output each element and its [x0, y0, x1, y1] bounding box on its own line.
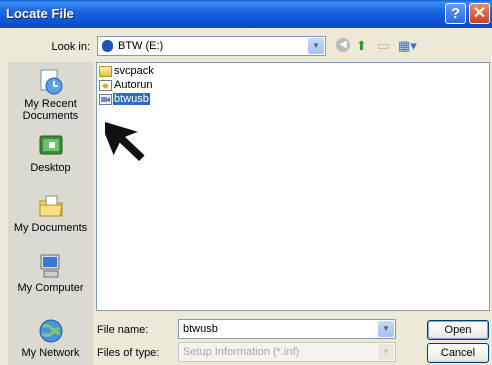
places-bar: My Recent Documents Desktop My Documents… [8, 62, 93, 365]
open-button[interactable]: Open [427, 320, 489, 340]
mouse-pointer-icon [105, 117, 148, 164]
new-folder-icon[interactable]: ▭ [377, 38, 389, 54]
bluetooth-drive-icon [102, 40, 113, 52]
my-computer-icon [37, 252, 65, 280]
chevron-down-icon[interactable]: ▼ [308, 38, 324, 54]
close-button[interactable]: ✕ [469, 3, 490, 24]
file-name: btwusb [113, 93, 150, 105]
look-in-dropdown[interactable]: BTW (E:) ▼ [97, 36, 326, 56]
up-folder-icon[interactable]: ⬆ [356, 38, 367, 54]
recent-documents-icon [37, 68, 65, 96]
file-name-input[interactable]: btwusb ▼ [178, 319, 396, 339]
place-label: My Documents [13, 222, 88, 234]
chevron-down-icon[interactable]: ▼ [378, 321, 394, 337]
chevron-down-icon[interactable]: ▼ [378, 344, 394, 360]
cancel-button[interactable]: Cancel [427, 343, 489, 363]
back-arrow-icon[interactable]: ◀ [336, 38, 350, 52]
look-in-value: BTW (E:) [118, 40, 164, 52]
autorun-file-icon [99, 80, 112, 91]
place-my-computer[interactable]: My Computer [8, 252, 93, 294]
my-network-icon [37, 317, 65, 345]
file-name: Autorun [114, 79, 153, 91]
file-list[interactable]: svcpack Autorun btwusb [96, 62, 490, 311]
file-name: svcpack [114, 65, 154, 77]
help-button[interactable]: ? [445, 3, 466, 24]
place-label: Desktop [30, 162, 71, 174]
file-name-label: File name: [97, 324, 149, 336]
files-of-type-label: Files of type: [97, 347, 160, 359]
place-my-documents[interactable]: My Documents [8, 192, 93, 234]
place-my-network[interactable]: My Network [8, 317, 93, 359]
files-of-type-dropdown[interactable]: Setup Information (*.inf) ▼ [178, 342, 396, 362]
window-title: Locate File [6, 6, 74, 21]
views-menu-icon[interactable]: ▦▾ [398, 38, 417, 54]
place-desktop[interactable]: Desktop [8, 132, 93, 174]
files-of-type-value: Setup Information (*.inf) [183, 346, 300, 358]
my-documents-icon [37, 192, 65, 220]
file-item-autorun[interactable]: Autorun [99, 79, 154, 92]
look-in-label: Look in: [51, 41, 90, 53]
file-item-svcpack[interactable]: svcpack [99, 65, 155, 78]
place-label: My Computer [17, 282, 84, 294]
file-name-value: btwusb [183, 323, 218, 335]
place-label: My Recent Documents [22, 98, 79, 122]
file-item-btwusb[interactable]: btwusb [99, 93, 150, 106]
folder-icon [99, 66, 112, 77]
desktop-icon [37, 132, 65, 160]
place-label: My Network [21, 347, 80, 359]
title-bar[interactable]: Locate File ? ✕ [0, 0, 492, 28]
setup-info-file-icon [99, 94, 112, 105]
place-my-recent-documents[interactable]: My Recent Documents [8, 68, 93, 122]
locate-file-dialog: Locate File ? ✕ Look in: BTW (E:) ▼ ◀ ⬆ … [0, 0, 492, 365]
